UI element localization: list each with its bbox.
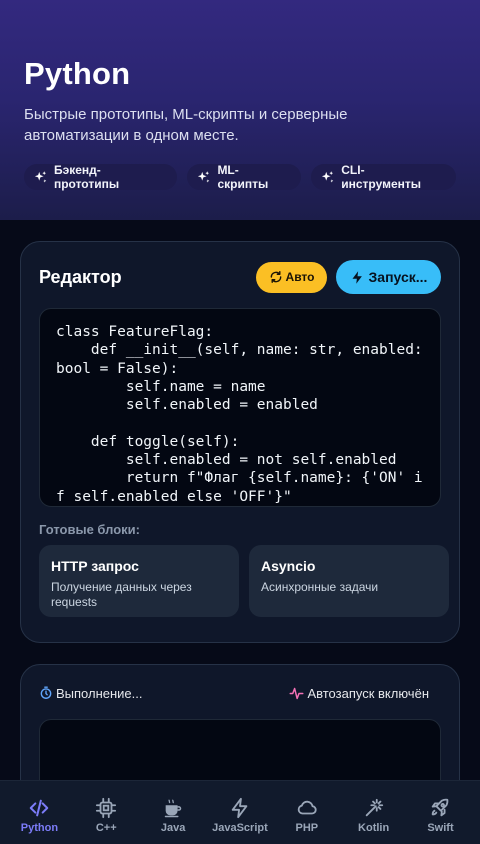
nav-item-java[interactable]: Java <box>142 781 204 844</box>
magic-wand-icon <box>365 798 383 817</box>
sparkles-icon <box>198 170 210 182</box>
chip-backend[interactable]: Бэкенд-прототипы <box>24 163 178 191</box>
editor-header: Редактор Авто Запуск... <box>39 260 441 294</box>
nav-label: JavaScript <box>212 822 268 834</box>
snippet-desc: Получение данных через requests <box>51 580 192 609</box>
page-subtitle: Быстрые прототипы, ML-скрипты и серверны… <box>24 106 348 144</box>
nav-item-python[interactable]: Python <box>8 781 70 844</box>
nav-item-javascript[interactable]: JavaScript <box>209 781 271 844</box>
chip-label: Бэкенд-прототипы <box>53 163 120 191</box>
nav-label: Kotlin <box>358 822 390 834</box>
nav-item-swift[interactable]: Swift <box>409 781 471 844</box>
snippet-desc: Асинхронные задачи <box>261 580 379 594</box>
code-editor[interactable]: class FeatureFlag: def __init__(self, na… <box>39 308 441 507</box>
nav-item-kotlin[interactable]: Kotlin <box>343 781 405 844</box>
cloud-icon <box>297 800 317 815</box>
execution-header: Выполнение... Автозапуск включён <box>39 685 441 701</box>
chip-icon <box>96 797 117 819</box>
page-title: Python <box>24 56 131 91</box>
bottom-nav: Python C++ Java JavaScript PHP Kotlin Sw… <box>0 780 480 844</box>
auto-button[interactable]: Авто <box>256 261 327 293</box>
chip-cli[interactable]: CLI-инструменты <box>311 163 456 191</box>
editor-card: Редактор Авто Запуск... class FeatureFla… <box>20 241 460 643</box>
autorun-text: Автозапуск включён <box>307 685 429 701</box>
nav-item-cpp[interactable]: C++ <box>75 781 137 844</box>
nav-label: Java <box>160 822 186 834</box>
execution-status: Выполнение... <box>39 686 143 701</box>
snippet-http-request[interactable]: HTTP запрос Получение данных через reque… <box>39 545 239 617</box>
bolt-icon <box>352 270 362 284</box>
run-button[interactable]: Запуск... <box>336 260 441 294</box>
header: Python Быстрые прототипы, ML-скрипты и с… <box>0 0 480 220</box>
sparkles-icon <box>322 170 334 182</box>
autorun-status: Автозапуск включён <box>289 686 441 701</box>
snippet-blocks: HTTP запрос Получение данных через reque… <box>39 545 459 617</box>
chip-label: ML-скрипты <box>217 163 269 191</box>
sparkles-icon <box>34 170 47 182</box>
timer-icon <box>40 686 52 699</box>
chip-label: CLI-инструменты <box>341 163 422 191</box>
snippet-asyncio[interactable]: Asyncio Асинхронные задачи <box>249 545 449 617</box>
blocks-label: Готовые блоки: <box>39 522 140 537</box>
tag-chips: Бэкенд-прототипы ML-скрипты CLI-инструме… <box>24 163 456 191</box>
nav-label: Python <box>20 822 59 834</box>
chip-ml[interactable]: ML-скрипты <box>187 163 302 191</box>
nav-item-php[interactable]: PHP <box>276 781 338 844</box>
nav-label: C++ <box>95 822 117 834</box>
code-icon <box>30 799 49 817</box>
snippet-title: HTTP запрос <box>51 558 139 574</box>
refresh-icon <box>270 271 281 283</box>
nav-label: Swift <box>427 822 454 834</box>
auto-button-label: Авто <box>285 270 315 284</box>
snippet-title: Asyncio <box>261 558 316 574</box>
activity-icon <box>289 687 304 699</box>
run-button-label: Запуск... <box>368 269 428 285</box>
bolt-icon <box>231 797 248 819</box>
rocket-icon <box>432 798 449 817</box>
coffee-icon <box>164 799 182 818</box>
nav-label: PHP <box>295 822 319 834</box>
execution-status-text: Выполнение... <box>56 685 143 701</box>
editor-title: Редактор <box>39 266 122 287</box>
